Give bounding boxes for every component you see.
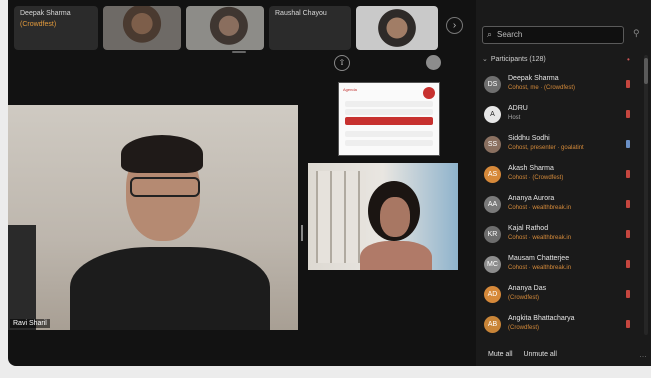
list-item[interactable]: SS Siddhu Sodhi Cohost, presenter · goal… xyxy=(476,132,641,162)
participant-strip: Deepak Sharma (Crowdfest) Raushal Chayou… xyxy=(8,0,468,58)
chevron-down-icon: ⌄ xyxy=(482,56,488,63)
audio-status-icon[interactable] xyxy=(626,170,630,178)
audio-status-icon[interactable] xyxy=(626,80,630,88)
list-item[interactable]: AA Ananya Aurora Cohost · wealthbreak.in xyxy=(476,192,641,222)
active-speaker-video[interactable]: Ravi Sharil xyxy=(8,105,298,330)
participant-name: Kajal Rathod xyxy=(508,225,549,232)
pin-icon[interactable]: ⚲ xyxy=(633,28,640,39)
avatar: SS xyxy=(484,136,501,153)
list-item[interactable]: A ADRU Host xyxy=(476,102,641,132)
avatar: AA xyxy=(484,196,501,213)
speaker-glasses xyxy=(130,177,200,197)
participant-name: Ananya Das xyxy=(508,285,547,292)
slide-highlight-band xyxy=(345,117,433,125)
strip-resize-handle[interactable] xyxy=(232,51,246,53)
scrollbar-track[interactable] xyxy=(644,55,648,335)
audio-status-icon[interactable] xyxy=(626,230,630,238)
participant-name: Ananya Aurora xyxy=(508,195,555,202)
bulk-audio-controls: Mute all Unmute all xyxy=(488,351,566,358)
search-input[interactable] xyxy=(497,28,617,41)
participant-role: Cohost · wealthbreak.in xyxy=(508,205,572,211)
avatar: MC xyxy=(484,256,501,273)
strip-next-arrow-icon[interactable]: › xyxy=(446,17,463,34)
search-icon: ⌕ xyxy=(487,29,493,39)
participant-name: Deepak Sharma xyxy=(508,75,559,82)
participants-section-header[interactable]: ⌄ Participants (128) xyxy=(482,55,546,63)
audio-status-icon[interactable] xyxy=(626,290,630,298)
list-item[interactable]: AB Angkita Bhattacharya (Crowdfest) xyxy=(476,312,641,342)
avatar: AD xyxy=(484,286,501,303)
slide-row xyxy=(345,109,433,115)
speaker-name-tag: Ravi Sharil xyxy=(10,319,50,328)
participants-panel: ⌕ ⚲ ⌄Participants (128) • DS Deepak Shar… xyxy=(476,0,651,366)
strip-tile-3[interactable] xyxy=(186,6,264,50)
participant-name: Akash Sharma xyxy=(508,165,554,172)
unmute-all-button[interactable]: Unmute all xyxy=(523,351,556,358)
slide-logo-icon xyxy=(423,87,435,99)
strip-tile-4[interactable]: Raushal Chayou xyxy=(269,6,351,50)
video-shelf xyxy=(316,171,366,263)
slide-title: Agenda xyxy=(343,87,357,92)
audio-status-icon[interactable] xyxy=(626,320,630,328)
strip-tile-status: (Crowdfest) xyxy=(20,21,57,28)
list-item[interactable]: AD Ananya Das (Crowdfest) xyxy=(476,282,641,312)
audio-status-icon[interactable] xyxy=(626,200,630,208)
participant-name: Siddhu Sodhi xyxy=(508,135,550,142)
strip-tile-2[interactable] xyxy=(103,6,181,50)
participant-role: Cohost · (Crowdfest) xyxy=(508,175,564,181)
participant-name: ADRU xyxy=(508,105,528,112)
list-item[interactable]: AS Akash Sharma Cohost · (Crowdfest) xyxy=(476,162,641,192)
participants-count: Participants (128) xyxy=(490,56,546,63)
participant-body xyxy=(360,241,432,270)
participant-role: Cohost · wealthbreak.in xyxy=(508,235,572,241)
section-more-icon[interactable]: • xyxy=(627,55,630,64)
audio-status-icon[interactable] xyxy=(626,110,630,118)
secondary-video[interactable] xyxy=(308,163,458,270)
slide-row xyxy=(345,131,433,137)
participant-role: (Crowdfest) xyxy=(508,295,540,301)
list-item[interactable]: DS Deepak Sharma Cohost, me · (Crowdfest… xyxy=(476,72,641,102)
avatar: DS xyxy=(484,76,501,93)
participant-role: Cohost · wealthbreak.in xyxy=(508,265,572,271)
stage-splitter-handle[interactable] xyxy=(301,225,303,241)
participant-role: (Crowdfest) xyxy=(508,325,540,331)
participant-name: Angkita Bhattacharya xyxy=(508,315,575,322)
participant-role: Cohost, presenter · goalatint xyxy=(508,145,584,151)
video-doorway xyxy=(8,225,36,330)
share-icon[interactable]: ⇧ xyxy=(334,55,350,71)
avatar: KR xyxy=(484,226,501,243)
avatar: AS xyxy=(484,166,501,183)
strip-tile-name: Deepak Sharma xyxy=(20,10,71,17)
list-item[interactable]: MC Mausam Chatterjee Cohost · wealthbrea… xyxy=(476,252,641,282)
slide-row xyxy=(345,140,433,146)
speaker-body xyxy=(70,247,270,330)
speaker-hair xyxy=(121,135,203,173)
participant-face xyxy=(380,197,410,237)
mute-all-button[interactable]: Mute all xyxy=(488,351,513,358)
list-item[interactable]: KR Kajal Rathod Cohost · wealthbreak.in xyxy=(476,222,641,252)
participant-name: Mausam Chatterjee xyxy=(508,255,570,262)
audio-status-icon[interactable] xyxy=(626,260,630,268)
participant-role: Host xyxy=(508,115,521,121)
participant-list: DS Deepak Sharma Cohost, me · (Crowdfest… xyxy=(476,72,641,342)
strip-tile-name: Raushal Chayou xyxy=(275,10,327,17)
avatar: A xyxy=(484,106,501,123)
participant-role: Cohost, me · (Crowdfest) xyxy=(508,85,576,91)
shared-screen-preview[interactable]: Agenda xyxy=(338,82,440,156)
scrollbar-thumb[interactable] xyxy=(644,58,648,84)
audio-status-icon[interactable] xyxy=(626,140,630,148)
avatar[interactable] xyxy=(426,55,441,70)
avatar: AB xyxy=(484,316,501,333)
strip-tile-1[interactable]: Deepak Sharma (Crowdfest) xyxy=(14,6,98,50)
slide-row xyxy=(345,101,433,107)
search-box[interactable]: ⌕ xyxy=(482,26,624,44)
strip-tile-5[interactable] xyxy=(356,6,438,50)
more-options-icon[interactable]: … xyxy=(639,350,647,359)
meeting-window: Deepak Sharma (Crowdfest) Raushal Chayou… xyxy=(8,0,651,366)
